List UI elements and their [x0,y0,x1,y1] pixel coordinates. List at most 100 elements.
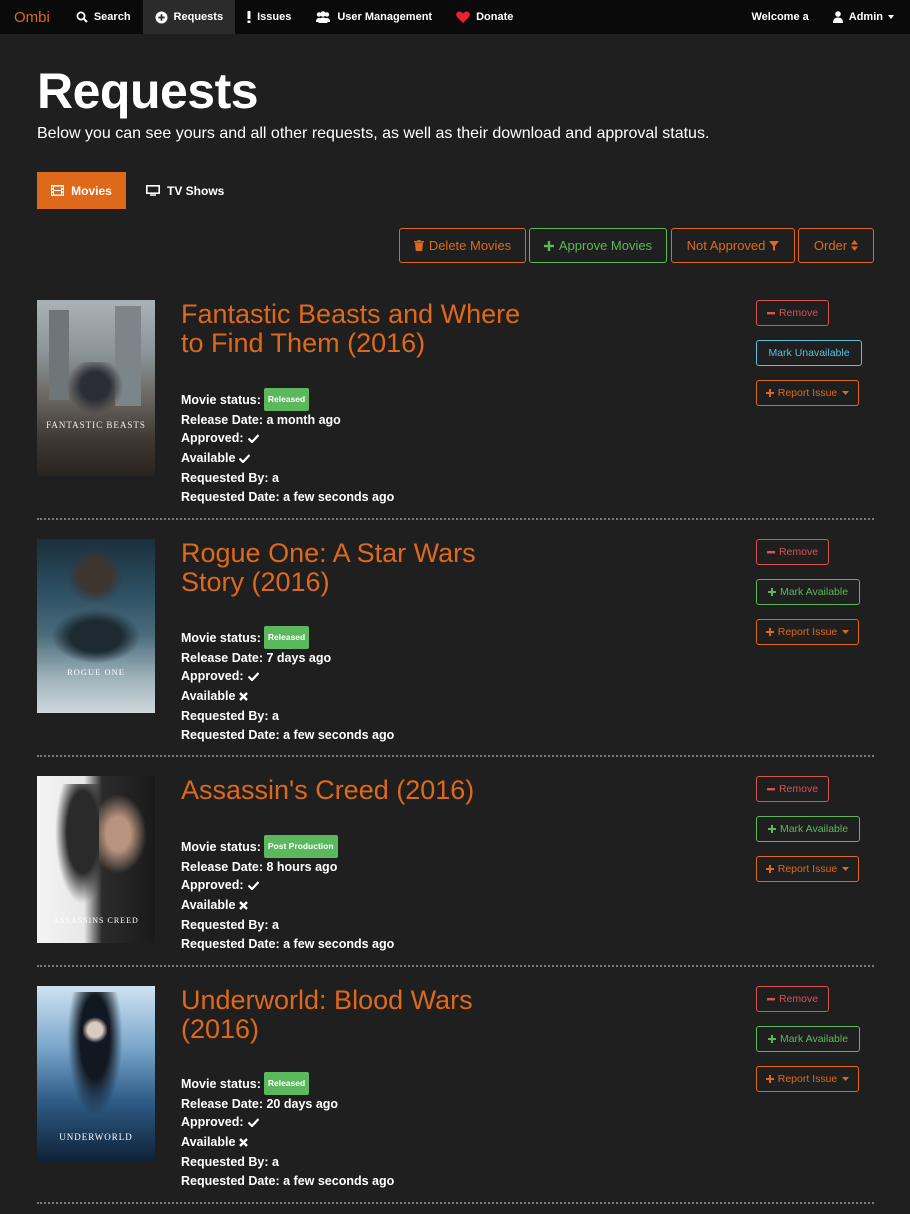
request-card: UNDERWORLD Underworld: Blood Wars (2016)… [0,986,910,1188]
chevron-down-icon [842,867,850,871]
nav-donate[interactable]: Donate [444,0,525,34]
status-badge: Released [263,1072,310,1095]
mark-available-button[interactable]: Mark Available [756,816,860,842]
nav-search-label: Search [93,11,131,23]
search-icon [76,11,88,23]
requested-date-value: a few seconds ago [283,727,395,742]
request-card: ROGUE ONE Rogue One: A Star Wars Story (… [0,539,910,742]
tab-movies-label: Movies [71,183,112,198]
plus-icon [765,865,774,873]
request-card: ASSASSINS CREED Assassin's Creed (2016) … [0,776,910,956]
movie-poster[interactable]: ROGUE ONE [37,539,155,713]
tab-tv-label: TV Shows [167,183,225,198]
minus-icon [766,787,775,791]
available-label: Available [181,1135,236,1150]
movie-poster[interactable]: UNDERWORLD [37,986,155,1161]
report-issue-button[interactable]: Report Issue [756,619,859,645]
divider [37,1202,874,1204]
movie-title[interactable]: Rogue One: A Star Wars Story (2016) [181,539,541,597]
approved-label: Approved: [181,1115,244,1130]
filter-icon [769,240,780,251]
remove-button[interactable]: Remove [756,539,829,565]
report-issue-button[interactable]: Report Issue [756,1066,859,1092]
remove-button[interactable]: Remove [756,300,829,326]
release-date-label: Release Date: [181,859,263,874]
movie-meta: Movie status: Released Release Date: a mo… [181,388,394,506]
request-card: FANTASTIC BEASTS Fantastic Beasts and Wh… [0,300,910,504]
check-icon [247,1114,259,1133]
minus-icon [766,550,775,554]
requested-date-value: a few seconds ago [283,489,395,504]
plus-circle-icon [155,11,168,24]
status-badge: Post Production [263,835,338,858]
tab-tv-shows[interactable]: TV Shows [130,172,240,209]
minus-icon [766,311,775,315]
plus-icon [543,240,554,251]
nav-right: Welcome a Admin [739,0,910,34]
nav-user-management[interactable]: User Management [303,0,444,34]
mark-available-button[interactable]: Mark Available [756,1026,860,1052]
divider [37,755,874,757]
x-icon [239,1134,249,1153]
exclamation-icon [247,11,251,23]
release-date-value: a month ago [266,412,341,427]
remove-button[interactable]: Remove [756,776,829,802]
requested-date-value: a few seconds ago [283,936,395,951]
nav-user-management-label: User Management [337,11,433,23]
approve-movies-label: Approve Movies [558,238,653,253]
check-icon [247,430,259,449]
available-label: Available [181,898,236,913]
remove-button[interactable]: Remove [756,986,829,1012]
mark-available-label: Mark Available [779,586,849,598]
order-label: Order [813,238,848,253]
report-issue-label: Report Issue [777,626,838,638]
movie-poster[interactable]: ASSASSINS CREED [37,776,155,943]
mark-unavailable-label: Mark Unavailable [768,347,850,359]
status-badge: Released [263,388,310,411]
tab-movies[interactable]: Movies [37,172,126,209]
remove-label: Remove [778,783,819,795]
movie-title[interactable]: Underworld: Blood Wars (2016) [181,986,541,1044]
filter-dropdown[interactable]: Not Approved [671,228,795,263]
remove-label: Remove [778,307,819,319]
brand-logo[interactable]: Ombi [0,0,64,34]
chevron-down-icon [888,15,894,19]
admin-menu[interactable]: Admin [821,0,910,34]
requested-date-label: Requested Date: [181,489,280,504]
delete-movies-label: Delete Movies [428,238,512,253]
movie-poster[interactable]: FANTASTIC BEASTS [37,300,155,476]
status-badge: Released [263,626,310,649]
requested-by-label: Requested By: [181,708,269,723]
requested-by-value: a [272,917,279,932]
report-issue-button[interactable]: Report Issue [756,380,859,406]
remove-label: Remove [778,546,819,558]
mark-available-button[interactable]: Mark Available [756,579,860,605]
movie-meta: Movie status: Released Release Date: 20 d… [181,1072,394,1190]
welcome-text: Welcome a [751,11,809,23]
mark-unavailable-button[interactable]: Mark Unavailable [756,340,862,366]
release-date-label: Release Date: [181,1096,263,1111]
order-dropdown[interactable]: Order [798,228,874,263]
movie-title[interactable]: Assassin's Creed (2016) [181,776,581,805]
film-icon [51,185,65,196]
approved-label: Approved: [181,431,244,446]
approve-movies-button[interactable]: Approve Movies [529,228,667,263]
report-issue-button[interactable]: Report Issue [756,856,859,882]
nav-requests[interactable]: Requests [142,0,236,34]
plus-icon [767,588,776,596]
available-label: Available [181,451,236,466]
page-title: Requests [37,63,259,119]
nav-issues-label: Issues [257,11,292,23]
requested-date-label: Requested Date: [181,1173,280,1188]
check-icon [247,877,259,896]
users-icon [315,11,331,23]
nav-search[interactable]: Search [64,0,143,34]
top-navbar: Ombi Search Requests Issues User Managem… [0,0,910,34]
movie-title[interactable]: Fantastic Beasts and Where to Find Them … [181,300,541,358]
available-label: Available [181,689,236,704]
release-date-value: 8 hours ago [266,859,338,874]
nav-issues[interactable]: Issues [235,0,303,34]
delete-movies-button[interactable]: Delete Movies [399,228,526,263]
mark-available-label: Mark Available [779,1033,849,1045]
requested-by-value: a [272,1154,279,1169]
